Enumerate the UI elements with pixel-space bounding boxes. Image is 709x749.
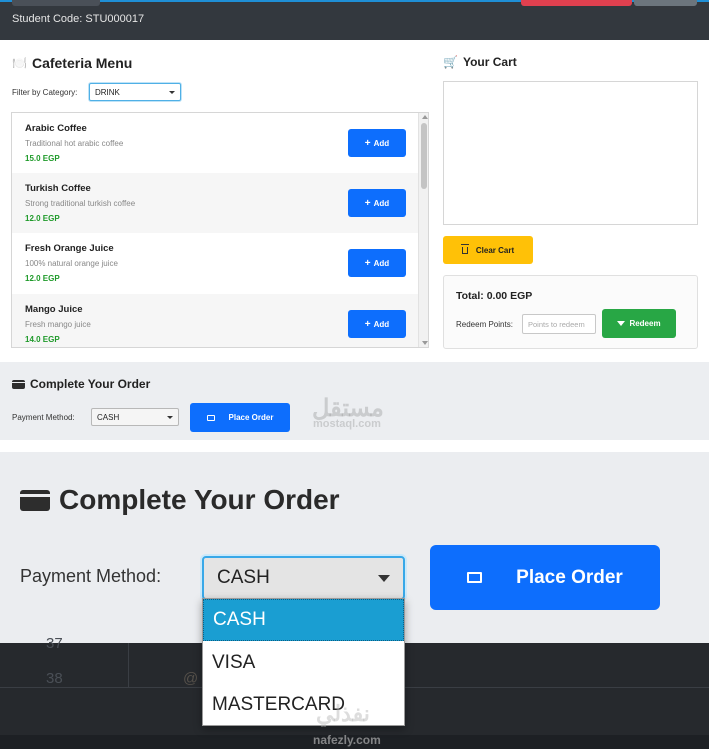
clear-cart-button[interactable]: Clear Cart <box>443 236 533 264</box>
menu-item-name: Turkish Coffee <box>25 183 91 194</box>
watermark-url: nafezly.com <box>313 733 381 747</box>
menu-item-price: 12.0 EGP <box>25 214 60 223</box>
cart-total-panel: Total: 0.00 EGP Redeem Points: Redeem <box>443 275 698 349</box>
menu-item: Turkish Coffee Strong traditional turkis… <box>12 173 418 233</box>
payment-option-mastercard[interactable]: MASTERCARD <box>203 684 404 726</box>
trash-icon <box>460 243 469 254</box>
complete-order-title-large-text: Complete Your Order <box>59 484 340 515</box>
clear-cart-label: Clear Cart <box>475 245 515 255</box>
credit-card-icon <box>12 379 25 389</box>
menu-item-description: 100% natural orange juice <box>25 259 118 268</box>
menu-item: Mango Juice Fresh mango juice 14.0 EGP +… <box>12 294 418 347</box>
header-logout-button[interactable] <box>521 0 632 6</box>
student-code: Student Code: STU000017 <box>12 13 145 25</box>
add-button-label: Add <box>373 319 390 329</box>
menu-item-price: 14.0 EGP <box>25 335 60 344</box>
add-to-cart-button[interactable]: + Add <box>348 189 406 217</box>
chevron-down-icon <box>378 574 390 582</box>
background-text: 38 <box>46 670 63 687</box>
menu-item: Arabic Coffee Traditional hot arabic cof… <box>12 113 418 173</box>
complete-order-title: Complete Your Order <box>12 377 150 391</box>
complete-order-section: Complete Your Order Payment Method: CASH… <box>0 362 709 440</box>
cutlery-icon: 🍽️ <box>12 56 27 70</box>
watermark-url: mostaql.com <box>313 418 381 430</box>
add-to-cart-button[interactable]: + Add <box>348 249 406 277</box>
add-button-label: Add <box>373 258 390 268</box>
place-order-button-large[interactable]: Place Order <box>430 545 660 610</box>
add-to-cart-button[interactable]: + Add <box>348 310 406 338</box>
payment-method-label-large: Payment Method: <box>20 566 162 586</box>
filter-label: Filter by Category: <box>12 88 78 97</box>
category-filter-value: DRINK <box>95 87 120 97</box>
header-secondary-button[interactable] <box>634 0 697 6</box>
menu-item-description: Traditional hot arabic coffee <box>25 139 124 148</box>
menu-item-name: Arabic Coffee <box>25 123 87 134</box>
add-button-label: Add <box>373 198 390 208</box>
payment-method-select[interactable]: CASH <box>91 408 179 426</box>
filter-icon <box>617 321 626 326</box>
menu-scrollbar[interactable] <box>418 113 428 347</box>
redeem-button-label: Redeem <box>629 319 661 328</box>
watermark-logo: نفذلي <box>316 701 370 726</box>
top-header: Student Code: STU000017 <box>0 0 709 40</box>
menu-item-price: 15.0 EGP <box>25 154 60 163</box>
menu-list: Arabic Coffee Traditional hot arabic cof… <box>11 112 429 348</box>
cash-icon <box>206 414 215 421</box>
payment-method-dropdown: CASH VISA MASTERCARD <box>202 598 405 726</box>
credit-card-icon <box>20 489 50 511</box>
scroll-down-icon[interactable] <box>422 341 428 345</box>
cart-title: 🛒 Your Cart <box>443 55 517 69</box>
complete-order-title-large: Complete Your Order <box>20 484 340 516</box>
menu-title-text: Cafeteria Menu <box>31 55 133 71</box>
redeem-points-input[interactable] <box>522 314 596 334</box>
plus-icon: + <box>364 257 371 269</box>
cart-icon: 🛒 <box>443 55 458 69</box>
menu-item-name: Fresh Orange Juice <box>25 243 114 254</box>
scroll-up-icon[interactable] <box>422 115 428 119</box>
payment-option-visa[interactable]: VISA <box>203 642 404 684</box>
place-order-label: Place Order <box>228 413 274 422</box>
chevron-down-icon <box>167 415 173 419</box>
menu-item-description: Strong traditional turkish coffee <box>25 199 136 208</box>
add-to-cart-button[interactable]: + Add <box>348 129 406 157</box>
payment-method-value-large: CASH <box>217 567 270 588</box>
place-order-button[interactable]: Place Order <box>190 403 290 432</box>
header-tab[interactable] <box>12 0 100 6</box>
menu-item: Fresh Orange Juice 100% natural orange j… <box>12 233 418 293</box>
category-filter-select[interactable]: DRINK <box>89 83 181 101</box>
redeem-label: Redeem Points: <box>456 320 513 329</box>
cart-title-text: Your Cart <box>462 55 517 69</box>
background-text: 37 <box>46 635 63 652</box>
add-button-label: Add <box>373 138 390 148</box>
payment-method-select-large[interactable]: CASH <box>202 556 405 600</box>
chevron-down-icon <box>169 90 175 94</box>
payment-method-value: CASH <box>97 412 120 422</box>
background-text: @ <box>183 670 199 687</box>
cart-items-box <box>443 81 698 225</box>
cart-total: Total: 0.00 EGP <box>456 290 533 302</box>
plus-icon: + <box>364 318 371 330</box>
divider <box>128 643 129 687</box>
menu-item-name: Mango Juice <box>25 304 83 315</box>
cash-icon <box>467 572 483 583</box>
payment-option-cash[interactable]: CASH <box>203 599 404 641</box>
menu-title: 🍽️ Cafeteria Menu <box>12 55 132 71</box>
payment-method-label: Payment Method: <box>12 413 75 422</box>
complete-order-title-text: Complete Your Order <box>30 377 151 391</box>
redeem-button[interactable]: Redeem <box>602 309 676 338</box>
scroll-thumb[interactable] <box>421 123 427 189</box>
plus-icon: + <box>364 197 371 209</box>
plus-icon: + <box>364 137 371 149</box>
menu-item-price: 12.0 EGP <box>25 274 60 283</box>
place-order-label-large: Place Order <box>516 566 623 588</box>
menu-item-description: Fresh mango juice <box>25 320 91 329</box>
